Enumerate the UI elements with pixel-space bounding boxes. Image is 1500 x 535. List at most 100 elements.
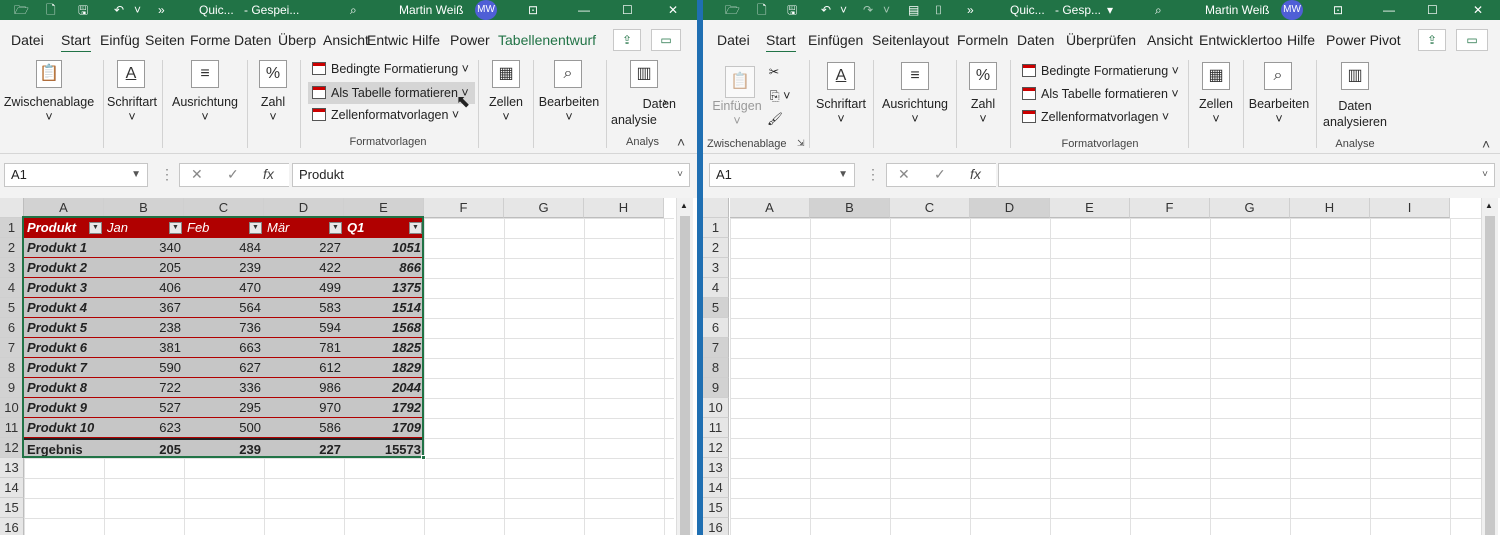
tab-seitenlayout[interactable]: Seitenlayout (872, 32, 949, 49)
column-header-h[interactable]: H (584, 198, 664, 218)
row-header-7[interactable]: 7 (0, 338, 24, 358)
alignment-icon[interactable]: ≡ (191, 60, 219, 88)
print-preview-icon[interactable]: ▤ (908, 2, 919, 18)
tab-entwicklertools[interactable]: Entwic (367, 32, 408, 49)
search-icon[interactable]: ⌕ (1155, 2, 1162, 18)
camera-icon[interactable]: ⌷ (935, 2, 942, 18)
undo-icon[interactable]: ↶ (821, 2, 831, 18)
column-header-g[interactable]: G (1210, 198, 1290, 218)
more-commands-icon[interactable]: » (158, 2, 165, 18)
scrollbar-thumb[interactable] (680, 216, 690, 535)
undo-dropdown-icon[interactable]: ˅ (134, 2, 141, 18)
tab-datei[interactable]: Datei (11, 32, 44, 49)
minimize-icon[interactable]: — (1383, 2, 1395, 18)
open-icon[interactable]: 🗁 (725, 2, 740, 18)
column-header-d[interactable]: D (970, 198, 1050, 218)
tab-power-pivot[interactable]: Power Pivot (1326, 32, 1401, 49)
tab-datei[interactable]: Datei (717, 32, 750, 49)
comments-button[interactable]: ▭ (651, 29, 681, 51)
tab-power[interactable]: Power (450, 32, 490, 49)
row-header-8[interactable]: 8 (703, 358, 729, 378)
ribbon-display-icon[interactable]: ⊡ (528, 2, 538, 18)
scroll-up-icon[interactable]: ▲ (680, 201, 688, 210)
close-icon[interactable]: ✕ (668, 2, 678, 18)
row-header-16[interactable]: 16 (703, 518, 729, 535)
row-header-2[interactable]: 2 (703, 238, 729, 258)
column-header-a[interactable]: A (24, 198, 104, 218)
data-analysis-icon[interactable]: ▥ (1341, 62, 1369, 90)
vertical-scrollbar[interactable]: ▲ (1481, 198, 1498, 535)
column-header-g[interactable]: G (504, 198, 584, 218)
column-header-f[interactable]: F (1130, 198, 1210, 218)
number-button[interactable]: Zahl (250, 94, 296, 110)
clipboard-icon[interactable]: 📋 (36, 60, 62, 88)
new-file-icon[interactable]: 🗋 (46, 2, 56, 18)
column-header-f[interactable]: F (424, 198, 504, 218)
row-header-13[interactable]: 13 (0, 458, 24, 478)
tab-hilfe[interactable]: Hilfe (412, 32, 440, 49)
maximize-icon[interactable]: ☐ (622, 2, 633, 18)
row-header-8[interactable]: 8 (0, 358, 24, 378)
comments-button[interactable]: ▭ (1456, 29, 1488, 51)
select-all-corner[interactable] (0, 198, 24, 218)
column-header-a[interactable]: A (730, 198, 810, 218)
cells-button[interactable]: Zellen (482, 94, 530, 110)
copy-icon[interactable]: ⎘ ˅ (765, 88, 795, 104)
tab-seitenlayout[interactable]: Seiten (145, 32, 185, 49)
user-name[interactable]: Martin Weiß (1205, 2, 1269, 18)
row-header-1[interactable]: 1 (703, 218, 729, 238)
row-header-3[interactable]: 3 (703, 258, 729, 278)
alignment-button[interactable]: Ausrichtung (168, 94, 242, 110)
tab-formeln[interactable]: Formeln (957, 32, 1008, 49)
column-header-c[interactable]: C (184, 198, 264, 218)
tab-formeln[interactable]: Forme (190, 32, 230, 49)
save-status[interactable]: - Gespei... (244, 2, 299, 18)
cancel-icon[interactable]: ✕ (191, 166, 203, 183)
row-header-6[interactable]: 6 (703, 318, 729, 338)
row-header-7[interactable]: 7 (703, 338, 729, 358)
formula-input[interactable]: ˅ (998, 163, 1495, 187)
row-header-9[interactable]: 9 (0, 378, 24, 398)
avatar[interactable]: MW (475, 0, 497, 20)
cell-styles-button[interactable]: Zellenformatvorlagen ˅ (312, 106, 459, 124)
close-icon[interactable]: ✕ (1473, 2, 1483, 18)
chevron-down-icon[interactable]: ▼ (838, 164, 848, 186)
row-header-9[interactable]: 9 (703, 378, 729, 398)
tab-start[interactable]: Start (61, 32, 91, 54)
ribbon-display-icon[interactable]: ⊡ (1333, 2, 1343, 18)
column-header-e[interactable]: E (1050, 198, 1130, 218)
row-header-5[interactable]: 5 (703, 298, 729, 318)
chevron-down-icon[interactable]: ▼ (131, 164, 141, 186)
enter-icon[interactable]: ✓ (227, 166, 239, 183)
expand-formula-icon[interactable]: ˅ (1482, 164, 1488, 186)
formula-input[interactable]: Produkt ˅ (292, 163, 690, 187)
tab-tabellenentwurf[interactable]: Tabellenentwurf (498, 32, 596, 49)
column-header-h[interactable]: H (1290, 198, 1370, 218)
alignment-button[interactable]: Ausrichtung (878, 96, 952, 112)
share-button[interactable]: ⇪ (1418, 29, 1446, 51)
find-icon[interactable]: ⌕ (1264, 62, 1292, 90)
font-icon[interactable]: A (117, 60, 145, 88)
row-header-12[interactable]: 12 (0, 438, 24, 458)
tab-ansicht[interactable]: Ansicht (323, 32, 369, 49)
worksheet-grid[interactable]: ABCDEFGH 1 2 3 4 5 6 7 8 9 10 11 12 13 14 15 16 Produkt… (0, 198, 697, 535)
cancel-icon[interactable]: ✕ (898, 166, 910, 183)
row-header-3[interactable]: 3 (0, 258, 24, 278)
font-button[interactable]: Schriftart (813, 96, 869, 112)
scroll-up-icon[interactable]: ▲ (1485, 201, 1493, 210)
column-header-b[interactable]: B (810, 198, 890, 218)
name-box[interactable]: A1 ▼ (709, 163, 855, 187)
row-header-10[interactable]: 10 (0, 398, 24, 418)
row-header-15[interactable]: 15 (703, 498, 729, 518)
cells-icon[interactable]: ▦ (492, 60, 520, 88)
data-analysis-label-2[interactable]: analysieren (1321, 114, 1389, 130)
edit-button[interactable]: Bearbeiten (536, 94, 602, 110)
column-header-i[interactable]: I (1370, 198, 1450, 218)
row-header-14[interactable]: 14 (703, 478, 729, 498)
paste-button[interactable]: Einfügen (709, 98, 765, 114)
vertical-scrollbar[interactable]: ▲ (676, 198, 693, 535)
undo-icon[interactable]: ↶ (114, 2, 124, 18)
minimize-icon[interactable]: — (578, 2, 590, 18)
row-header-10[interactable]: 10 (703, 398, 729, 418)
scroll-ribbon-right-icon[interactable]: › (660, 94, 670, 110)
